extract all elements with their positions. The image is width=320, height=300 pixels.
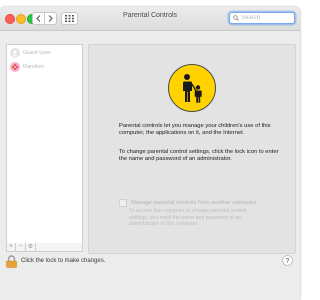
parental-controls-icon — [168, 64, 216, 112]
lock-bar: Click the lock to make changes. — [0, 252, 300, 270]
lock-status-text: Click the lock to make changes. — [21, 258, 106, 264]
add-user-button[interactable]: + — [6, 243, 16, 252]
manage-remote-checkbox[interactable] — [119, 199, 127, 207]
manage-remote-option: Manage parental controls from another co… — [119, 199, 257, 207]
avatar — [10, 48, 20, 58]
lock-instruction-text: To change parental control settings, cli… — [119, 149, 279, 163]
user-item-guest[interactable]: Guest User — [7, 47, 82, 59]
person-icon — [12, 50, 18, 57]
remove-user-button[interactable]: − — [16, 243, 26, 252]
manage-remote-label: Manage parental controls from another co… — [131, 200, 257, 206]
user-label: Guest User — [23, 50, 51, 56]
options-button[interactable]: ⚙ — [26, 243, 36, 252]
user-list[interactable]: Guest User Random — [6, 44, 83, 244]
lock-icon[interactable] — [6, 254, 17, 268]
avatar — [10, 62, 20, 72]
title-bar: Parental Controls — [0, 7, 300, 31]
toolbar-spacer — [36, 243, 83, 252]
search-field[interactable] — [229, 12, 295, 24]
user-label: Random — [23, 64, 44, 70]
system-preferences-window: Parental Controls Guest User — [0, 7, 300, 300]
user-item-random[interactable]: Random — [7, 61, 82, 73]
manage-remote-description: To access this computer to change parent… — [129, 208, 247, 227]
flower-icon — [11, 63, 19, 71]
search-input[interactable] — [239, 15, 293, 21]
user-list-toolbar: + − ⚙ — [6, 243, 83, 252]
detail-panel: Parental controls let you manage your ch… — [88, 44, 296, 254]
help-button[interactable]: ? — [282, 255, 293, 266]
parent-child-icon — [183, 74, 202, 103]
description-text: Parental controls let you manage your ch… — [119, 123, 271, 137]
